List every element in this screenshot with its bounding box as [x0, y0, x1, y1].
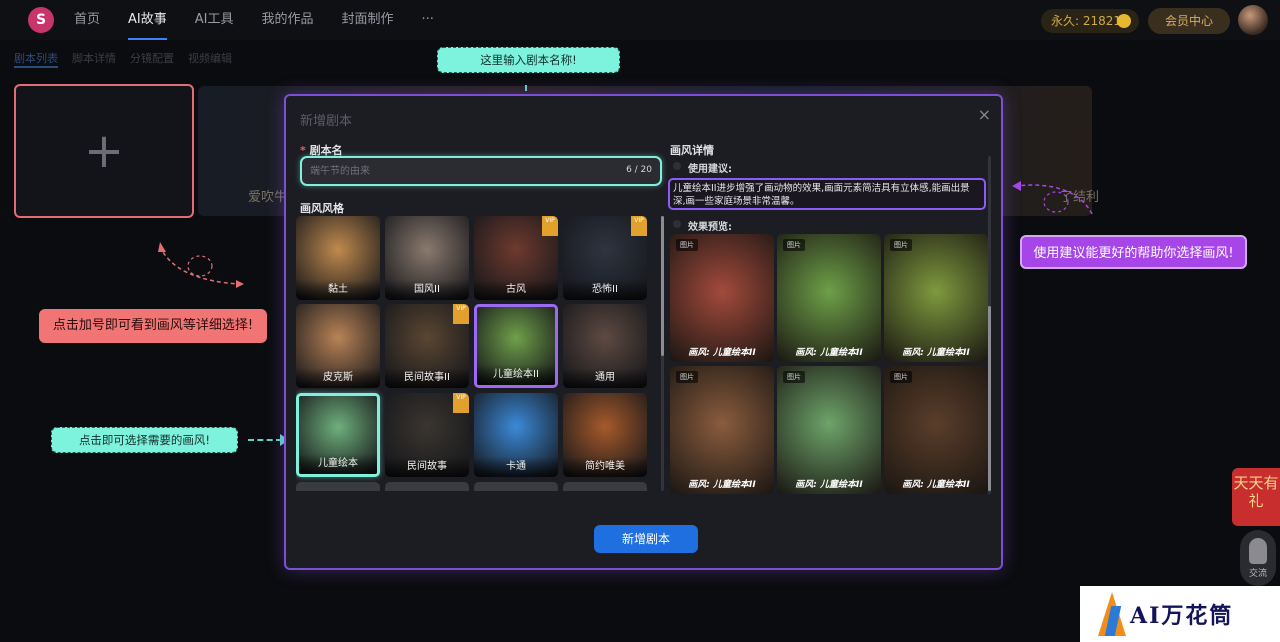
style-card-label: 恐怖II — [563, 280, 647, 300]
preview-label: 效果预览: — [688, 222, 732, 233]
preview-caption: 画风: 儿童绘本II — [688, 348, 756, 358]
preview-caption: 画风: 儿童绘本II — [795, 480, 863, 490]
dashed-connector — [248, 439, 282, 441]
style-card-label: 通用 — [563, 368, 647, 388]
style-card[interactable]: 国风II — [385, 216, 469, 300]
title-hint-callout: 这里输入剧本名称! — [437, 47, 620, 73]
preview-image[interactable]: 图片画风: 儿童绘本II — [884, 366, 988, 494]
advice-text: 儿童绘本II进步增强了画动物的效果,画面元素简洁具有立体感,能画出景深,画一些家… — [668, 178, 986, 210]
red-packet-widget[interactable]: 天天有礼 — [1232, 468, 1280, 526]
image-tag: 图片 — [890, 239, 912, 251]
style-card[interactable] — [296, 482, 380, 491]
style-card[interactable]: 通用 — [563, 304, 647, 388]
preview-image[interactable]: 图片画风: 儿童绘本II — [670, 234, 774, 362]
style-card[interactable] — [385, 482, 469, 491]
arrow-loop — [187, 255, 213, 277]
required-mark: * — [300, 144, 306, 157]
style-card[interactable]: VIP 恐怖II — [563, 216, 647, 300]
add-script-button[interactable]: 新增剧本 — [594, 525, 698, 553]
arrow-loop — [1043, 191, 1069, 213]
arrow-path — [159, 245, 241, 285]
preview-caption: 画风: 儿童绘本II — [795, 348, 863, 358]
image-tag: 图片 — [676, 239, 698, 251]
style-card[interactable]: VIP 民间故事II — [385, 304, 469, 388]
preview-image[interactable]: 图片画风: 儿童绘本II — [777, 234, 881, 362]
style-card[interactable]: 皮克斯 — [296, 304, 380, 388]
detail-scrollbar[interactable] — [988, 156, 991, 494]
style-card-label: 古风 — [474, 280, 558, 300]
preview-image[interactable]: 图片画风: 儿童绘本II — [884, 234, 988, 362]
preview-bullet-icon — [673, 220, 681, 228]
style-card-label: 卡通 — [474, 457, 558, 477]
arrow-path — [1015, 184, 1093, 215]
style-card[interactable]: 儿童绘本 — [296, 393, 380, 477]
preview-caption: 画风: 儿童绘本II — [902, 480, 970, 490]
close-icon[interactable]: × — [978, 105, 991, 124]
style-card[interactable]: VIP 民间故事 — [385, 393, 469, 477]
style-card-label: 皮克斯 — [296, 368, 380, 388]
style-card[interactable]: VIP 古风 — [474, 216, 558, 300]
chat-label: 交流 — [1248, 569, 1267, 579]
plus-hint-callout: 点击加号即可看到画风等详细选择! — [39, 309, 267, 343]
chat-widget[interactable]: 交流 — [1240, 530, 1276, 586]
vip-badge-icon: VIP — [453, 393, 469, 413]
style-card[interactable]: 简约唯美 — [563, 393, 647, 477]
char-counter: 6 / 20 — [626, 165, 652, 175]
style-scrollbar[interactable] — [661, 216, 664, 491]
style-hint-callout: 点击即可选择需要的画风! — [51, 427, 238, 453]
style-card-label: 儿童绘本 — [299, 454, 377, 474]
script-name-input[interactable] — [310, 162, 610, 180]
style-grid: 黏土 国风II VIP 古风 VIP 恐怖II 皮克斯 VIP 民间故事II 儿童绘本II 通用儿童… — [296, 216, 654, 491]
style-card-label: 民间故事II — [385, 368, 469, 388]
style-card[interactable] — [563, 482, 647, 491]
arrow-head — [1012, 181, 1021, 191]
detail-label: 画风详情 — [670, 144, 714, 157]
modal-title: 新增剧本 — [300, 114, 353, 129]
image-tag: 图片 — [676, 371, 698, 383]
arrow-head — [236, 280, 244, 288]
brand-name: AI万花筒 — [1130, 603, 1234, 629]
style-card-label: 黏土 — [296, 280, 380, 300]
vip-badge-icon: VIP — [542, 216, 558, 236]
preview-image[interactable]: 图片画风: 儿童绘本II — [670, 366, 774, 494]
vip-badge-icon: VIP — [453, 304, 469, 324]
style-card[interactable]: 卡通 — [474, 393, 558, 477]
script-name-field[interactable]: 6 / 20 — [300, 156, 662, 186]
style-card-label: 儿童绘本II — [477, 365, 555, 385]
image-tag: 图片 — [783, 239, 805, 251]
scrollbar-thumb[interactable] — [988, 306, 991, 491]
new-script-modal: 新增剧本 × * 剧本名 6 / 20 画风风格 黏土国风IIVIP古风VIP恐… — [284, 94, 1003, 570]
preview-grid: 图片 画风: 儿童绘本II 图片 画风: 儿童绘本II 图片 画风: 儿童绘本II 图片 画风… — [670, 234, 988, 494]
style-card-label: 民间故事 — [385, 457, 469, 477]
style-card[interactable] — [474, 482, 558, 491]
preview-caption: 画风: 儿童绘本II — [902, 348, 970, 358]
style-card[interactable]: 儿童绘本II — [474, 304, 558, 388]
style-label: 画风风格 — [300, 202, 344, 215]
style-card-label: 简约唯美 — [563, 457, 647, 477]
brand-watermark: AI万花筒 — [1080, 586, 1280, 642]
style-card-label: 国风II — [385, 280, 469, 300]
style-card[interactable]: 黏土 — [296, 216, 380, 300]
preview-image[interactable]: 图片画风: 儿童绘本II — [777, 366, 881, 494]
arrow-head — [158, 242, 166, 252]
advice-hint-callout: 使用建议能更好的帮助你选择画风! — [1020, 235, 1247, 269]
preview-caption: 画风: 儿童绘本II — [688, 480, 756, 490]
vip-badge-icon: VIP — [631, 216, 647, 236]
scrollbar-thumb[interactable] — [661, 216, 664, 356]
image-tag: 图片 — [783, 371, 805, 383]
chat-avatar-icon — [1249, 538, 1267, 564]
advice-bullet-icon — [673, 162, 681, 170]
image-tag: 图片 — [890, 371, 912, 383]
advice-label: 使用建议: — [688, 164, 732, 175]
